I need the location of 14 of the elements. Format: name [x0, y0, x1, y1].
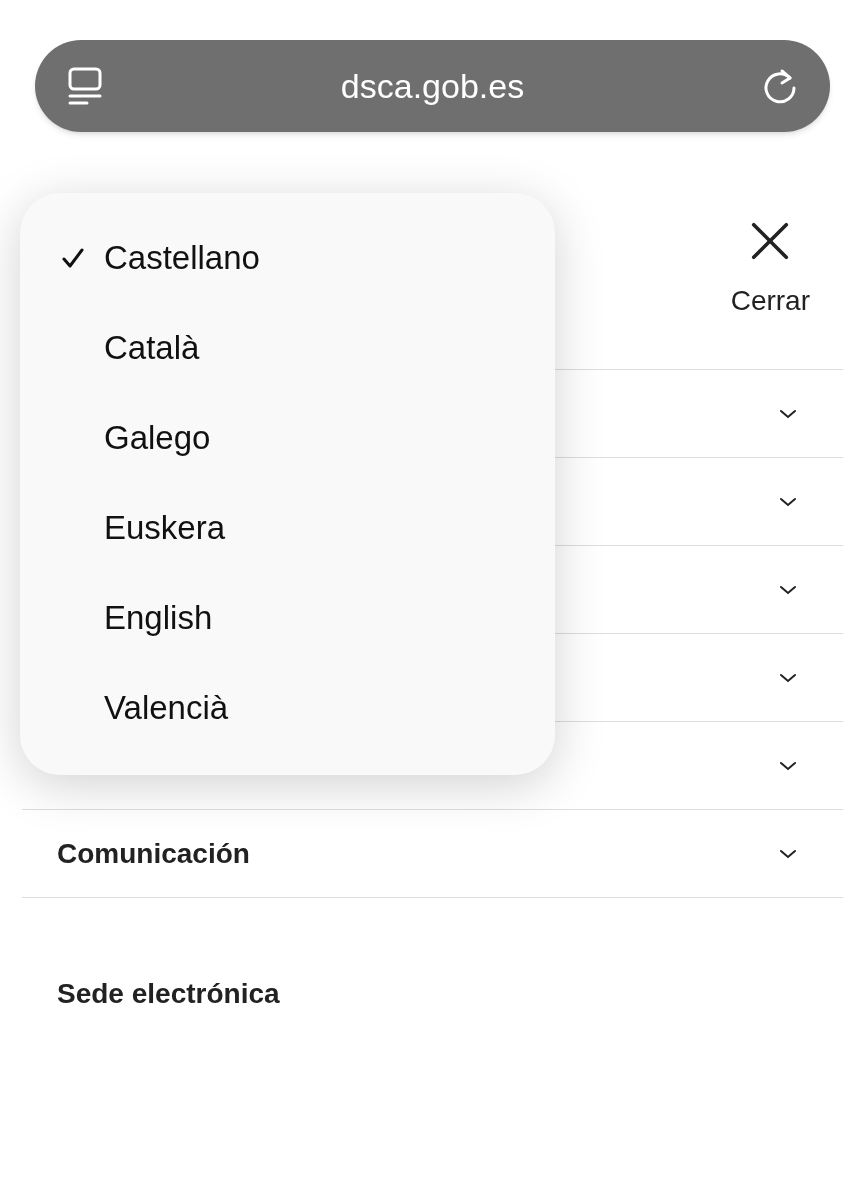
url-text: dsca.gob.es	[340, 65, 525, 107]
language-option[interactable]: Galego	[20, 393, 555, 483]
reload-icon[interactable]	[762, 67, 798, 105]
accordion-row[interactable]: Comunicación	[22, 810, 843, 898]
address-bar[interactable]: dsca.gob.es	[35, 40, 830, 132]
sede-link[interactable]: Sede electrónica	[57, 978, 280, 1009]
language-option[interactable]: Català	[20, 303, 555, 393]
row-label: Comunicación	[57, 836, 250, 871]
close-button[interactable]: Cerrar	[730, 222, 810, 322]
language-option[interactable]: Euskera	[20, 483, 555, 573]
reader-icon[interactable]	[67, 66, 103, 106]
language-option[interactable]: English	[20, 573, 555, 663]
language-option[interactable]: Castellano	[20, 213, 555, 303]
language-option[interactable]: Valencià	[20, 663, 555, 753]
